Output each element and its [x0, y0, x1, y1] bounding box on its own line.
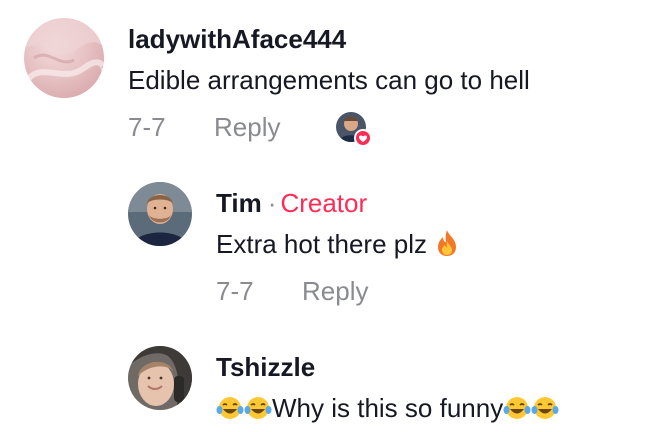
reply-button[interactable]: Reply	[214, 112, 280, 142]
username-text[interactable]: Tim	[216, 188, 262, 218]
comment-text-content: Why is this so funny	[272, 393, 504, 423]
reply-button[interactable]: Reply	[302, 276, 368, 306]
comment-username[interactable]: Tshizzle	[216, 352, 315, 382]
tears-of-joy-emoji-icon	[216, 397, 244, 419]
comment-username[interactable]: ladywithAface444	[128, 24, 346, 54]
liked-by-creator-badge	[336, 112, 372, 147]
tears-of-joy-emoji-icon	[531, 397, 559, 419]
tshizzle-avatar-image	[128, 346, 192, 410]
avatar[interactable]	[128, 182, 192, 246]
creator-label: Creator	[280, 188, 368, 218]
tim-avatar-image	[128, 182, 192, 246]
comment-text-content: Extra hot there plz	[216, 229, 427, 259]
avatar[interactable]	[24, 18, 104, 98]
comment-text: Edible arrangements can go to hell	[128, 65, 530, 95]
tears-of-joy-emoji-icon	[503, 397, 531, 419]
comment-date: 7-7	[216, 276, 254, 306]
fire-emoji-icon	[438, 230, 457, 256]
pink-silk-avatar-image	[24, 18, 104, 98]
creator-avatar-mini-icon	[336, 112, 372, 147]
separator-dot: ·	[267, 188, 277, 218]
comment-text: Extra hot there plz	[216, 228, 460, 260]
comment-text: Why is this so funny	[216, 392, 559, 424]
comment-date: 7-7	[128, 112, 166, 142]
comment-username[interactable]: Tim · Creator	[216, 188, 367, 218]
tears-of-joy-emoji-icon	[244, 397, 272, 419]
avatar[interactable]	[128, 346, 192, 410]
